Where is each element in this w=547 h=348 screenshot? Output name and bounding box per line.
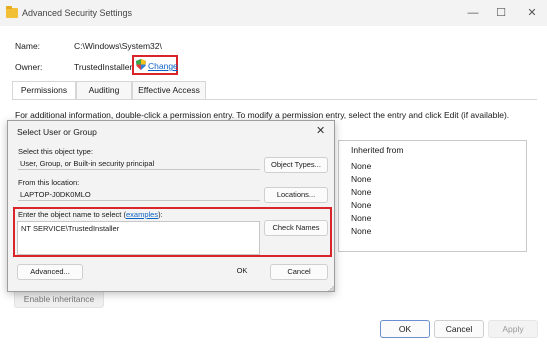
minimize-button[interactable]: —: [460, 4, 486, 22]
location-field: LAPTOP-J0DK0MLO: [18, 188, 260, 201]
select-user-or-group-dialog: Select User or Group ✕ Select this objec…: [7, 120, 335, 292]
enable-inheritance-button[interactable]: Enable inheritance: [14, 290, 104, 308]
object-name-label: Enter the object name to select (example…: [18, 210, 163, 219]
uac-shield-icon: [136, 59, 146, 70]
tab-divider: [12, 99, 537, 100]
maximize-button[interactable]: ☐: [488, 4, 514, 22]
object-types-button[interactable]: Object Types...: [264, 157, 328, 173]
object-type-label: Select this object type:: [18, 147, 94, 156]
object-type-field: User, Group, or Built-in security princi…: [18, 157, 260, 170]
permission-entries-list[interactable]: Inherited from None None None None None …: [338, 140, 527, 252]
list-item[interactable]: None: [351, 200, 371, 210]
list-item[interactable]: None: [351, 226, 371, 236]
apply-button[interactable]: Apply: [488, 320, 538, 338]
change-owner-link[interactable]: Change: [148, 61, 178, 71]
owner-value: TrustedInstaller: [74, 62, 133, 72]
ok-button[interactable]: OK: [380, 320, 430, 338]
dialog-ok-button[interactable]: OK: [216, 264, 268, 280]
cancel-button[interactable]: Cancel: [434, 320, 484, 338]
list-item[interactable]: None: [351, 187, 371, 197]
dialog-close-button[interactable]: ✕: [316, 124, 325, 137]
tab-auditing[interactable]: Auditing: [76, 81, 132, 99]
folder-icon: [6, 6, 18, 18]
examples-link[interactable]: examples: [126, 210, 158, 219]
check-names-button[interactable]: Check Names: [264, 220, 328, 236]
dialog-cancel-button[interactable]: Cancel: [270, 264, 328, 280]
object-name-input[interactable]: NT SERVICE\TrustedInstaller: [17, 221, 260, 255]
tab-permissions[interactable]: Permissions: [12, 81, 76, 99]
name-value: C:\Windows\System32\: [74, 41, 162, 51]
owner-label: Owner:: [15, 62, 43, 72]
object-name-label-text: Enter the object name to select (: [18, 210, 126, 219]
dialog-title: Select User or Group: [17, 127, 97, 137]
info-text: For additional information, double-click…: [15, 110, 510, 120]
resize-grip-icon[interactable]: [326, 284, 334, 292]
advanced-button[interactable]: Advanced...: [17, 264, 83, 280]
object-name-label-suffix: ):: [158, 210, 163, 219]
list-item[interactable]: None: [351, 174, 371, 184]
title-bar: Advanced Security Settings — ☐ ✕: [0, 0, 547, 26]
close-button[interactable]: ✕: [519, 4, 545, 22]
list-item[interactable]: None: [351, 213, 371, 223]
location-label: From this location:: [18, 178, 80, 187]
name-label: Name:: [15, 41, 41, 51]
window-title: Advanced Security Settings: [22, 8, 133, 18]
column-header-inherited-from[interactable]: Inherited from: [351, 145, 403, 155]
locations-button[interactable]: Locations...: [264, 187, 328, 203]
list-item[interactable]: None: [351, 161, 371, 171]
tab-effective-access[interactable]: Effective Access: [132, 81, 206, 99]
